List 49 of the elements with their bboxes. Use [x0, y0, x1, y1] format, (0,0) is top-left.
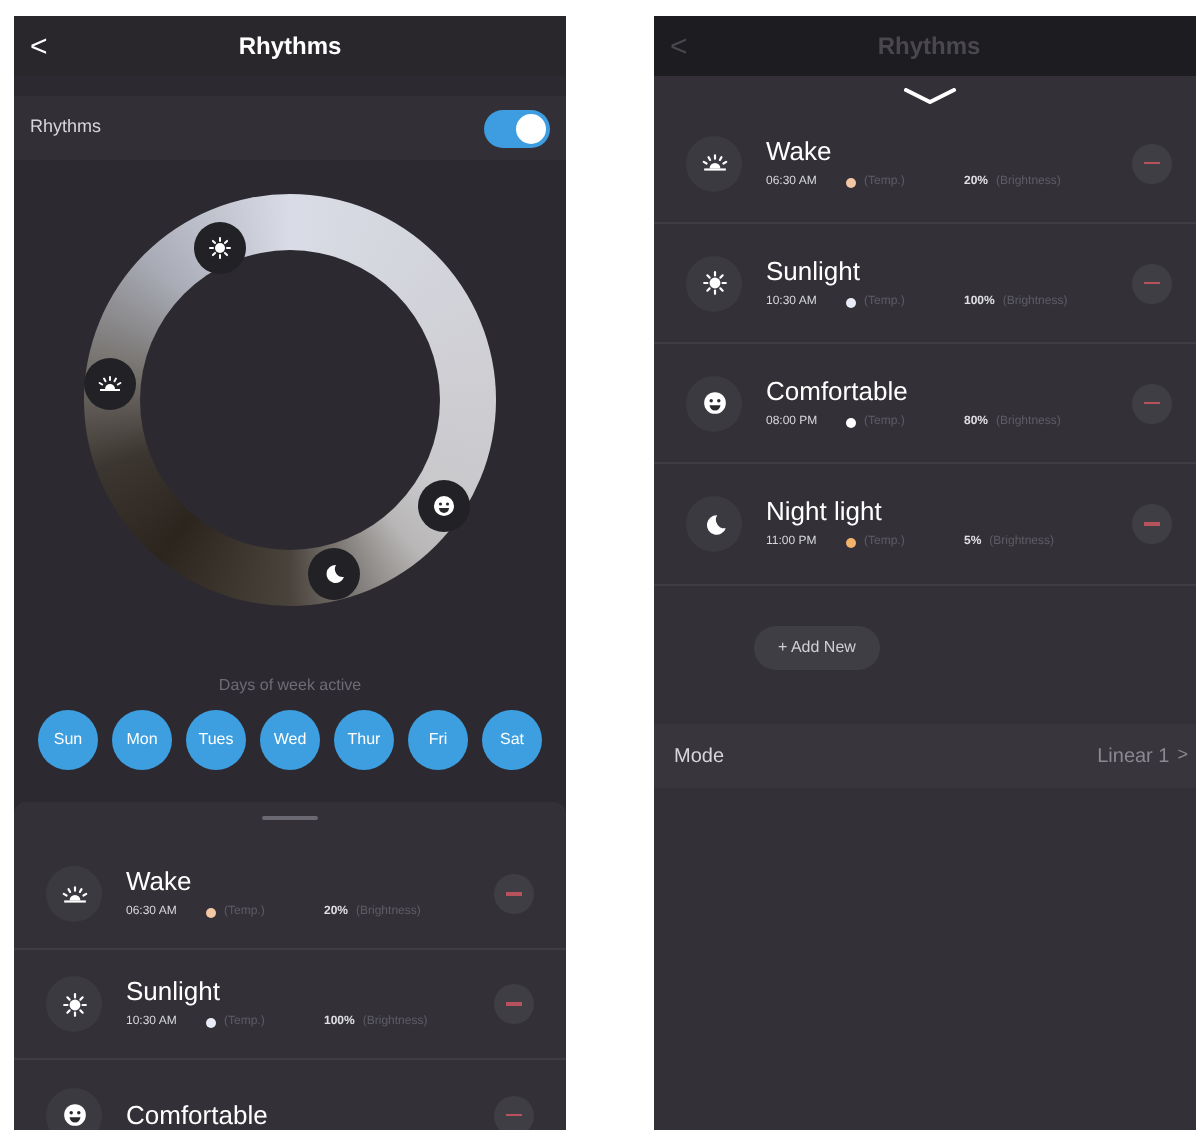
sheet-handle[interactable]	[262, 816, 318, 820]
day-toggle[interactable]: Tues	[186, 710, 246, 770]
mode-row[interactable]: Mode Linear 1 >	[654, 724, 1196, 788]
moon-icon	[322, 562, 346, 586]
back-button[interactable]: <	[670, 31, 688, 61]
remove-button[interactable]	[494, 984, 534, 1024]
minus-icon	[506, 1113, 522, 1117]
item-name: Night light	[766, 496, 884, 528]
minus-icon	[1144, 161, 1160, 165]
minus-icon	[1144, 281, 1160, 285]
day-toggle[interactable]: Sat	[482, 710, 542, 770]
mode-value: Linear 1	[1097, 743, 1170, 771]
days-label: Days of week active	[216, 674, 364, 698]
day-toggle[interactable]: Thur	[334, 710, 394, 770]
item-name: Comfortable	[126, 1099, 270, 1130]
rhythms-switch[interactable]	[484, 109, 550, 147]
minus-icon	[506, 1002, 522, 1006]
toggle-label: Rhythms	[30, 114, 102, 141]
add-new-button[interactable]: + Add New	[754, 626, 880, 670]
smiley-icon	[432, 494, 456, 518]
chevron-glyph: >	[1177, 742, 1188, 769]
sunrise-icon	[98, 372, 122, 396]
screen-title: Rhythms	[238, 30, 342, 64]
sun-icon	[701, 270, 727, 296]
minus-icon	[1144, 522, 1160, 526]
sun-icon	[61, 991, 87, 1017]
remove-button[interactable]	[1132, 504, 1172, 544]
minus-icon	[506, 892, 522, 896]
collapse-chevron-icon[interactable]	[901, 88, 957, 104]
remove-button[interactable]	[494, 1095, 534, 1130]
item-name: Wake	[766, 135, 834, 167]
smiley-icon	[701, 390, 727, 416]
back-button[interactable]: <	[30, 31, 48, 61]
day-toggle[interactable]: Mon	[112, 710, 172, 770]
item-name: Sunlight	[126, 976, 222, 1008]
remove-button[interactable]	[494, 874, 534, 914]
day-toggle[interactable]: Sun	[38, 710, 98, 770]
sun-icon	[208, 236, 232, 260]
item-name: Sunlight	[766, 255, 862, 287]
day-toggle[interactable]: Wed	[260, 710, 320, 770]
smiley-icon	[61, 1102, 87, 1128]
day-toggle[interactable]: Fri	[408, 710, 468, 770]
minus-icon	[1144, 401, 1160, 405]
moon-icon	[701, 511, 727, 537]
sunrise-icon	[61, 881, 87, 907]
mode-label: Mode	[674, 743, 725, 771]
sunrise-icon	[701, 150, 727, 176]
item-name: Wake	[126, 866, 194, 898]
item-name: Comfortable	[766, 375, 910, 407]
